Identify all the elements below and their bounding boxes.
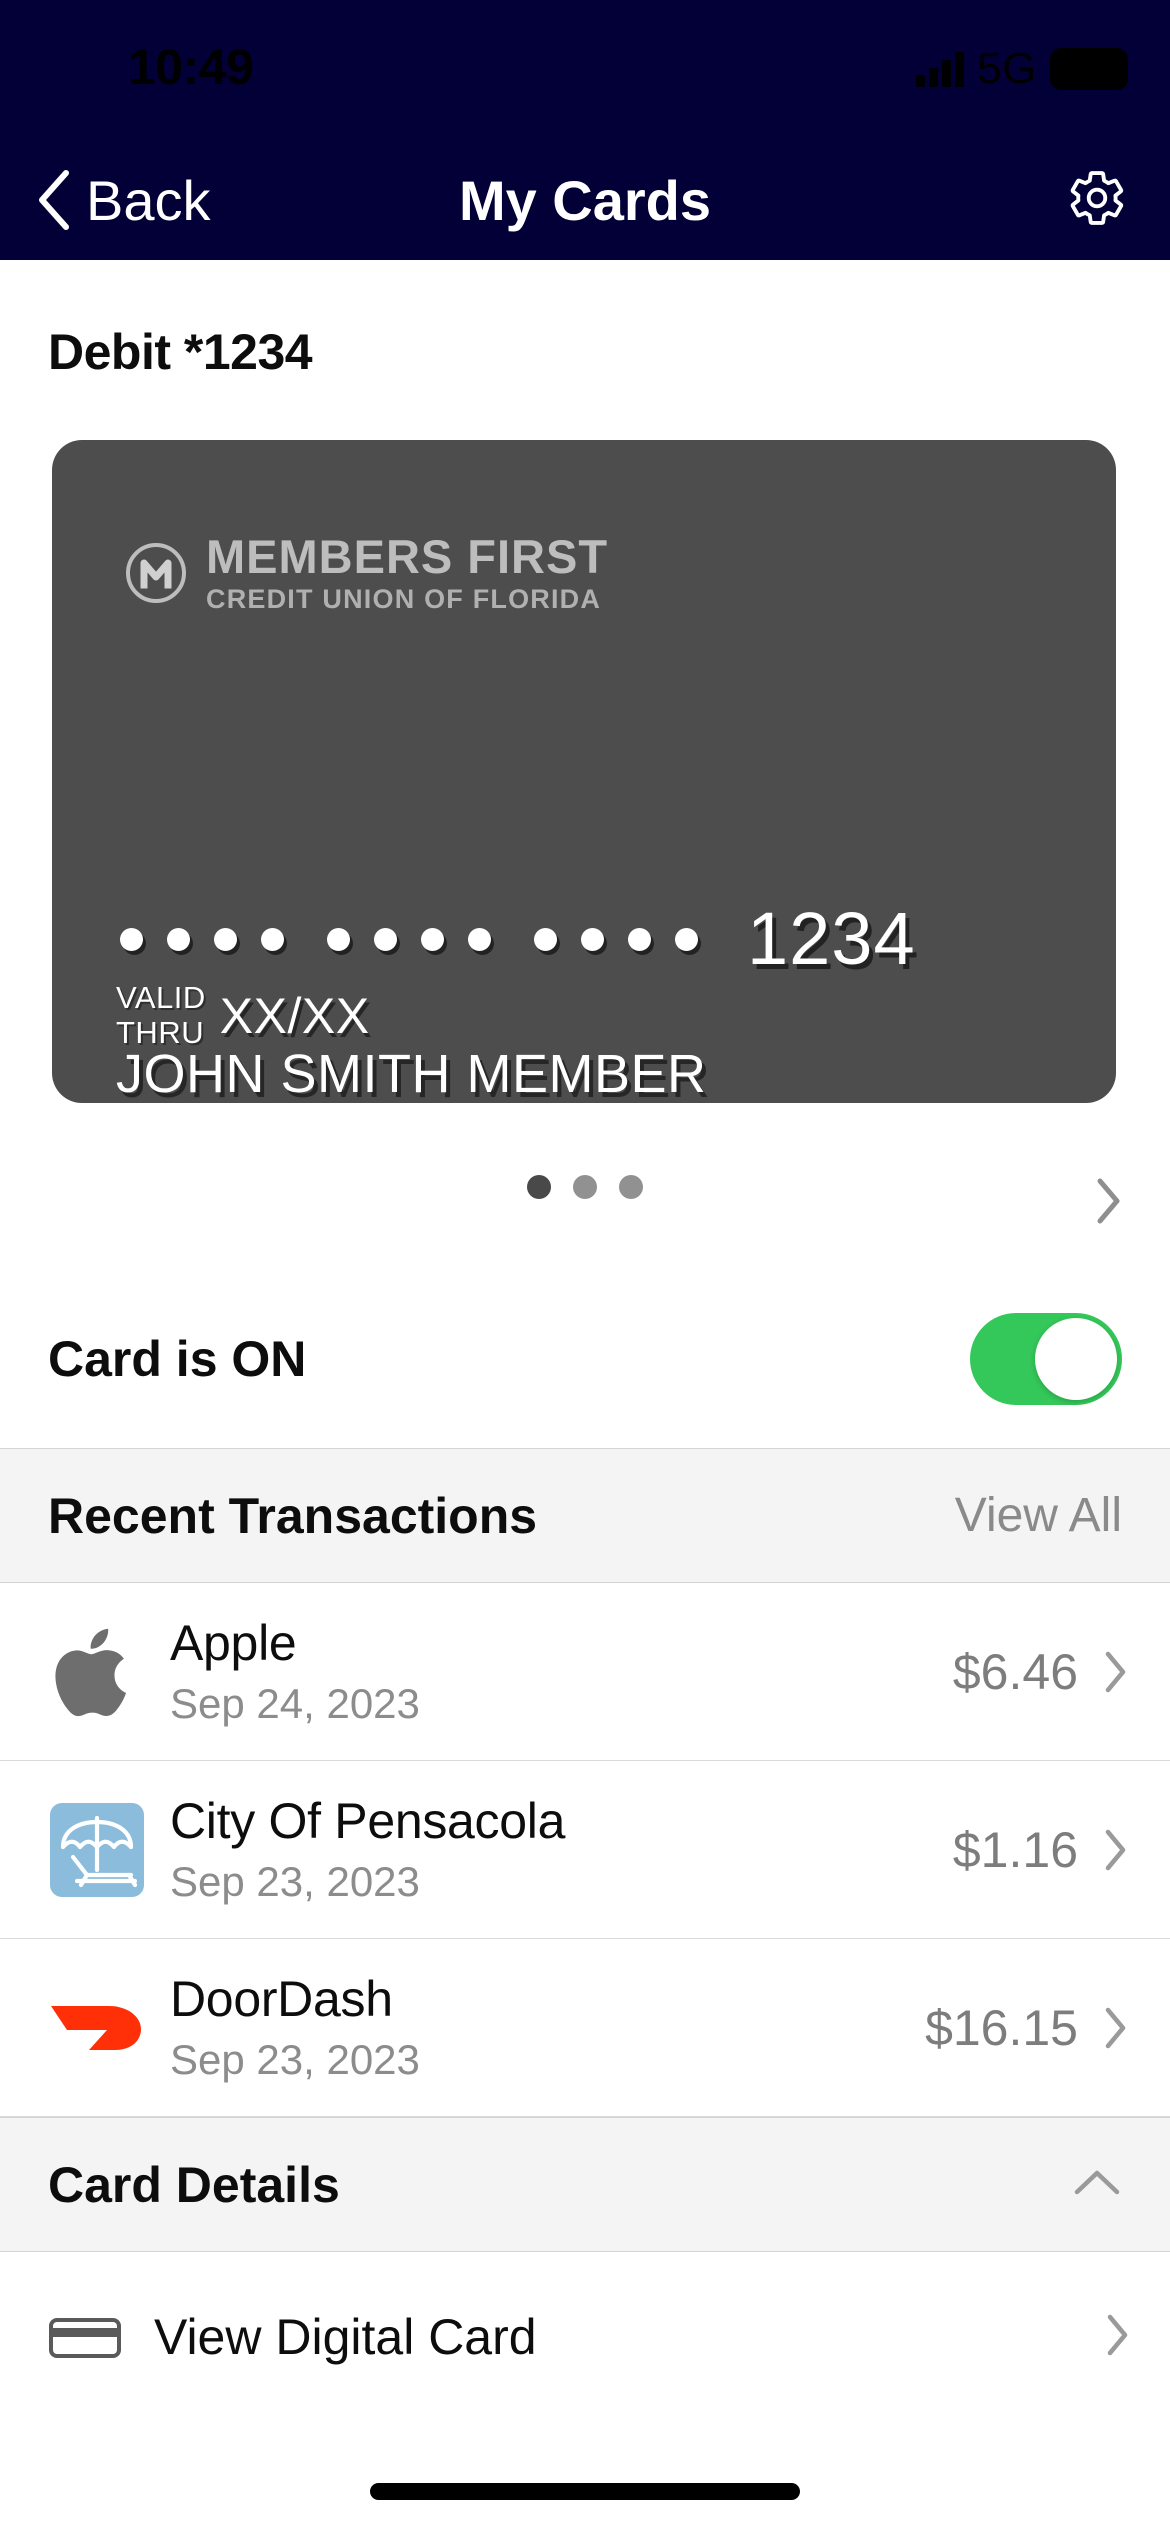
- recent-transactions-title: Recent Transactions: [48, 1487, 538, 1544]
- card-on-off-toggle[interactable]: [970, 1313, 1122, 1405]
- list-item[interactable]: View Digital Card: [0, 2252, 1170, 2422]
- valid-thru-label: VALID THRU: [116, 980, 206, 1050]
- transaction-date: Sep 24, 2023: [170, 1680, 420, 1727]
- status-bar-indicators: 5G 97: [916, 44, 1128, 94]
- pager-dot-2[interactable]: [573, 1175, 597, 1199]
- transaction-date: Sep 23, 2023: [170, 1858, 420, 1905]
- apple-logo-icon: [42, 1612, 152, 1732]
- merchant-name: Apple: [170, 1615, 297, 1671]
- card-brand-name: MEMBERS FIRST: [206, 530, 609, 583]
- card-number: 1234: [120, 902, 916, 976]
- settings-button[interactable]: [1054, 140, 1140, 260]
- transaction-date: Sep 23, 2023: [170, 2036, 420, 2083]
- recent-transactions-header: Recent Transactions View All: [0, 1448, 1170, 1583]
- card-details-title: Card Details: [48, 2156, 340, 2213]
- pager-dot-3[interactable]: [619, 1175, 643, 1199]
- bottom-safe-area: [0, 2432, 1170, 2532]
- card-last-four: 1234: [747, 897, 916, 980]
- credit-card-icon: [48, 2312, 140, 2362]
- view-all-button[interactable]: View All: [955, 1488, 1122, 1543]
- my-cards-screen: 10:49 5G 97 Back My Cards Debit *1234 ME…: [0, 0, 1170, 2532]
- card-expiry: VALID THRU XX/XX: [116, 980, 370, 1050]
- card-number-group: [120, 927, 284, 951]
- signal-bars-icon: [916, 51, 965, 87]
- card-details-header[interactable]: Card Details: [0, 2117, 1170, 2252]
- chevron-right-icon: [1104, 2006, 1130, 2050]
- chevron-up-icon: [1072, 2167, 1122, 2202]
- battery-icon: 97: [1050, 48, 1128, 90]
- transaction-info: DoorDash Sep 23, 2023: [152, 1971, 925, 2084]
- doordash-logo-icon: [42, 1968, 152, 2088]
- table-row[interactable]: DoorDash Sep 23, 2023 $16.15: [0, 1939, 1170, 2117]
- status-bar: 10:49 5G 97: [0, 0, 1170, 140]
- transaction-info: City Of Pensacola Sep 23, 2023: [152, 1793, 953, 1906]
- transaction-amount: $6.46: [952, 1643, 1078, 1700]
- transaction-amount: $16.15: [925, 1999, 1078, 2056]
- status-bar-time: 10:49: [128, 39, 254, 95]
- chevron-right-icon: [1104, 1828, 1130, 1872]
- card-status-row: Card is ON: [0, 1270, 1170, 1448]
- navigation-bar: Back My Cards: [0, 140, 1170, 260]
- next-card-button[interactable]: [1088, 1169, 1130, 1238]
- debit-card-visual[interactable]: MEMBERS FIRST CREDIT UNION OF FLORIDA 12…: [52, 440, 1116, 1104]
- card-carousel-pager: [0, 1175, 1170, 1235]
- chevron-right-icon: [1096, 1178, 1122, 1229]
- view-digital-card-label: View Digital Card: [154, 2309, 537, 2365]
- page-title: My Cards: [458, 168, 712, 232]
- card-brand-subtitle: CREDIT UNION OF FLORIDA: [206, 583, 602, 614]
- table-row[interactable]: City Of Pensacola Sep 23, 2023 $1.16: [0, 1761, 1170, 1939]
- beach-umbrella-icon: [42, 1790, 152, 1910]
- card-number-group: [327, 927, 491, 951]
- card-label: Debit *1234: [48, 324, 313, 380]
- pager-dot-1[interactable]: [527, 1175, 551, 1199]
- toggle-knob: [1035, 1318, 1117, 1400]
- transaction-info: Apple Sep 24, 2023: [152, 1615, 953, 1728]
- valid-thru-value: XX/XX: [219, 987, 370, 1044]
- home-indicator: [370, 2483, 800, 2500]
- table-row[interactable]: Apple Sep 24, 2023 $6.46: [0, 1583, 1170, 1761]
- merchant-name: City Of Pensacola: [170, 1793, 566, 1849]
- card-number-group: [534, 927, 698, 951]
- cardholder-name: JOHN SMITH MEMBER: [116, 1044, 707, 1104]
- pager-dots: [0, 1175, 1170, 1199]
- transaction-amount: $1.16: [952, 1821, 1078, 1878]
- gear-icon: [1066, 167, 1128, 234]
- card-status-label: Card is ON: [48, 1331, 307, 1387]
- card-brand: MEMBERS FIRST CREDIT UNION OF FLORIDA: [124, 530, 609, 614]
- network-type-label: 5G: [977, 44, 1037, 93]
- merchant-name: DoorDash: [170, 1971, 393, 2027]
- members-first-m-logo: [124, 541, 188, 605]
- chevron-right-icon: [1104, 1650, 1130, 1694]
- transactions-list: Apple Sep 24, 2023 $6.46 City Of Pensaco…: [0, 1583, 1170, 2117]
- chevron-right-icon: [1106, 2313, 1130, 2362]
